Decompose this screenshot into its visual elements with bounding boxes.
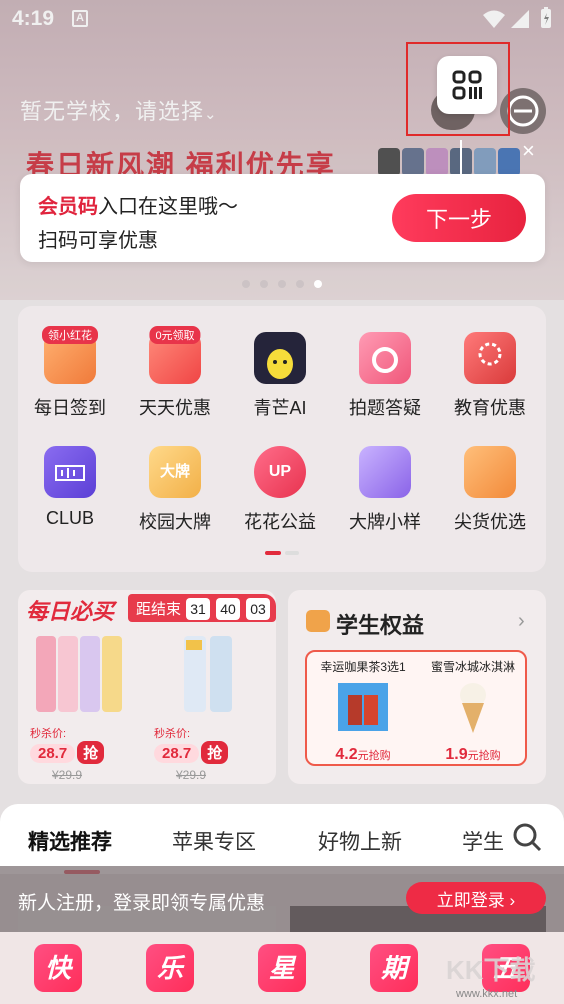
watermark-url: www.kkx.net xyxy=(456,988,518,1000)
next-step-button[interactable]: 下一步 xyxy=(392,194,526,242)
grid-item-label: 教育优惠 xyxy=(454,398,526,418)
grid-item-campus-brands[interactable]: 大牌 校园大牌 xyxy=(123,446,227,534)
grid-badge: 领小红花 xyxy=(42,326,98,344)
countdown-minutes: 40 xyxy=(216,598,240,620)
close-icon[interactable]: × xyxy=(522,138,535,164)
countdown-hours: 31 xyxy=(186,598,210,620)
daily-deals-card[interactable]: 每日必买 距结束 31 40 03 秒杀价: 28.7 抢 ¥29.9 秒杀价: … xyxy=(18,590,276,784)
heart-icon: UP xyxy=(254,446,306,498)
drink-image xyxy=(338,683,388,731)
feature-grid: 领小红花 每日签到 0元领取 天天优惠 青芒AI 拍题答疑 教育优惠 CLUB … xyxy=(18,306,546,572)
thumbs-up-bag-icon xyxy=(464,446,516,498)
tab-student[interactable]: 学生 xyxy=(462,826,504,856)
deal-price: 28.7 xyxy=(154,744,200,763)
grab-button[interactable]: 抢 xyxy=(77,741,105,764)
grid-item-mango-ai[interactable]: 青芒AI xyxy=(228,332,332,420)
countdown-seconds: 03 xyxy=(246,598,270,620)
toothpaste-image xyxy=(184,636,232,712)
register-text: 新人注册，登录即领专属优惠 xyxy=(18,893,266,914)
grid-item-label: 天天优惠 xyxy=(139,398,211,418)
grid-item-label: 每日签到 xyxy=(34,398,106,418)
tip-pointer xyxy=(460,140,462,174)
deal-product[interactable]: 秒杀价: 28.7 抢 ¥29.9 xyxy=(30,632,140,782)
daily-deals-header: 每日必买 距结束 31 40 03 xyxy=(18,590,276,624)
club-card-icon xyxy=(44,446,96,498)
offer-price: 1.9元抢购 xyxy=(445,746,501,763)
crown-icon: 大牌 xyxy=(149,446,201,498)
offer-name: 幸运咖果茶3选1 xyxy=(320,660,406,674)
grid-item-daily-deals[interactable]: 0元领取 天天优惠 xyxy=(123,326,227,420)
grid-badge: 0元领取 xyxy=(149,326,201,344)
camera-icon xyxy=(359,332,411,384)
login-button[interactable]: 立即登录 › xyxy=(406,882,546,914)
guide-tip-card: 会员码入口在这里哦～ 扫码可享优惠 下一步 xyxy=(20,174,545,262)
rights-offer[interactable]: 幸运咖果茶3选1 4.2元抢购 xyxy=(309,658,417,764)
deal-caption: 秒杀价: xyxy=(30,728,67,740)
watermark: KK下载 xyxy=(446,955,536,985)
daily-deals-title: 每日必买 xyxy=(26,599,115,624)
chevron-right-icon[interactable]: › xyxy=(518,610,525,633)
ice-cream-image xyxy=(460,683,486,733)
grid-item-club[interactable]: CLUB xyxy=(18,446,122,529)
tab-apple[interactable]: 苹果专区 xyxy=(172,826,256,856)
grid-item-brand-samples[interactable]: 大牌小样 xyxy=(333,446,437,534)
coupon-icon: 0元领取 xyxy=(149,326,201,384)
tip-emphasis: 会员码 xyxy=(38,196,98,218)
promo-char[interactable]: 星 xyxy=(258,944,306,992)
tab-featured[interactable]: 精选推荐 xyxy=(28,826,112,856)
rights-offer[interactable]: 蜜雪冰城冰淇淋 1.9元抢购 xyxy=(419,658,527,764)
search-icon[interactable] xyxy=(512,822,542,852)
crown-icon xyxy=(306,610,330,632)
grid-item-photo-qa[interactable]: 拍题答疑 xyxy=(333,332,437,420)
grid-item-education-discount[interactable]: 教育优惠 xyxy=(438,332,542,420)
mango-ai-icon xyxy=(254,332,306,384)
grid-item-label: 尖货优选 xyxy=(454,512,526,532)
student-rights-card[interactable]: 学生权益 › 幸运咖果茶3选1 4.2元抢购 蜜雪冰城冰淇淋 1.9元抢购 xyxy=(288,590,546,784)
toothpaste-image xyxy=(36,636,122,712)
qr-code-icon xyxy=(452,70,482,100)
promo-char[interactable]: 乐 xyxy=(146,944,194,992)
gift-box-icon xyxy=(359,446,411,498)
original-price: ¥29.9 xyxy=(52,768,83,782)
offer-name: 蜜雪冰城冰淇淋 xyxy=(430,660,515,674)
deal-product[interactable]: 秒杀价: 28.7 抢 ¥29.9 xyxy=(154,632,264,782)
countdown-label: 距结束 xyxy=(136,601,182,618)
grid-item-label: 青芒AI xyxy=(253,398,307,418)
offer-price: 4.2元抢购 xyxy=(335,746,391,763)
grid-page-indicator xyxy=(265,551,299,555)
banner-pagination xyxy=(242,280,326,290)
grid-item-label: 花花公益 xyxy=(244,512,316,532)
grid-item-label: 校园大牌 xyxy=(139,512,211,532)
promo-char[interactable]: 快 xyxy=(34,944,82,992)
grid-item-label: 大牌小样 xyxy=(349,512,421,532)
student-rights-title: 学生权益 xyxy=(336,613,425,638)
calendar-check-icon: 领小红花 xyxy=(42,326,98,384)
rights-offers: 幸运咖果茶3选1 4.2元抢购 蜜雪冰城冰淇淋 1.9元抢购 xyxy=(305,650,527,766)
tip-line-1: 会员码入口在这里哦～ xyxy=(38,190,238,219)
grid-item-label: 拍题答疑 xyxy=(349,398,421,418)
deal-caption: 秒杀价: xyxy=(154,728,191,740)
grid-item-daily-checkin[interactable]: 领小红花 每日签到 xyxy=(18,326,122,420)
category-tabs: 精选推荐 苹果专区 好物上新 学生 xyxy=(0,804,564,874)
grab-button[interactable]: 抢 xyxy=(201,741,229,764)
deal-price: 28.7 xyxy=(30,744,76,763)
original-price: ¥29.9 xyxy=(176,768,207,782)
grid-item-label: CLUB xyxy=(45,508,94,528)
register-banner: 新人注册，登录即领专属优惠 立即登录 › xyxy=(0,866,564,932)
tab-new-arrivals[interactable]: 好物上新 xyxy=(318,826,402,856)
grid-item-top-picks[interactable]: 尖货优选 xyxy=(438,446,542,534)
grid-item-charity[interactable]: UP 花花公益 xyxy=(228,446,332,534)
tip-line-1-text: 入口在这里哦～ xyxy=(98,196,238,218)
promo-char[interactable]: 期 xyxy=(370,944,418,992)
tip-line-2: 扫码可享优惠 xyxy=(38,230,158,252)
member-code-highlight[interactable] xyxy=(437,56,497,114)
book-discount-icon xyxy=(464,332,516,384)
